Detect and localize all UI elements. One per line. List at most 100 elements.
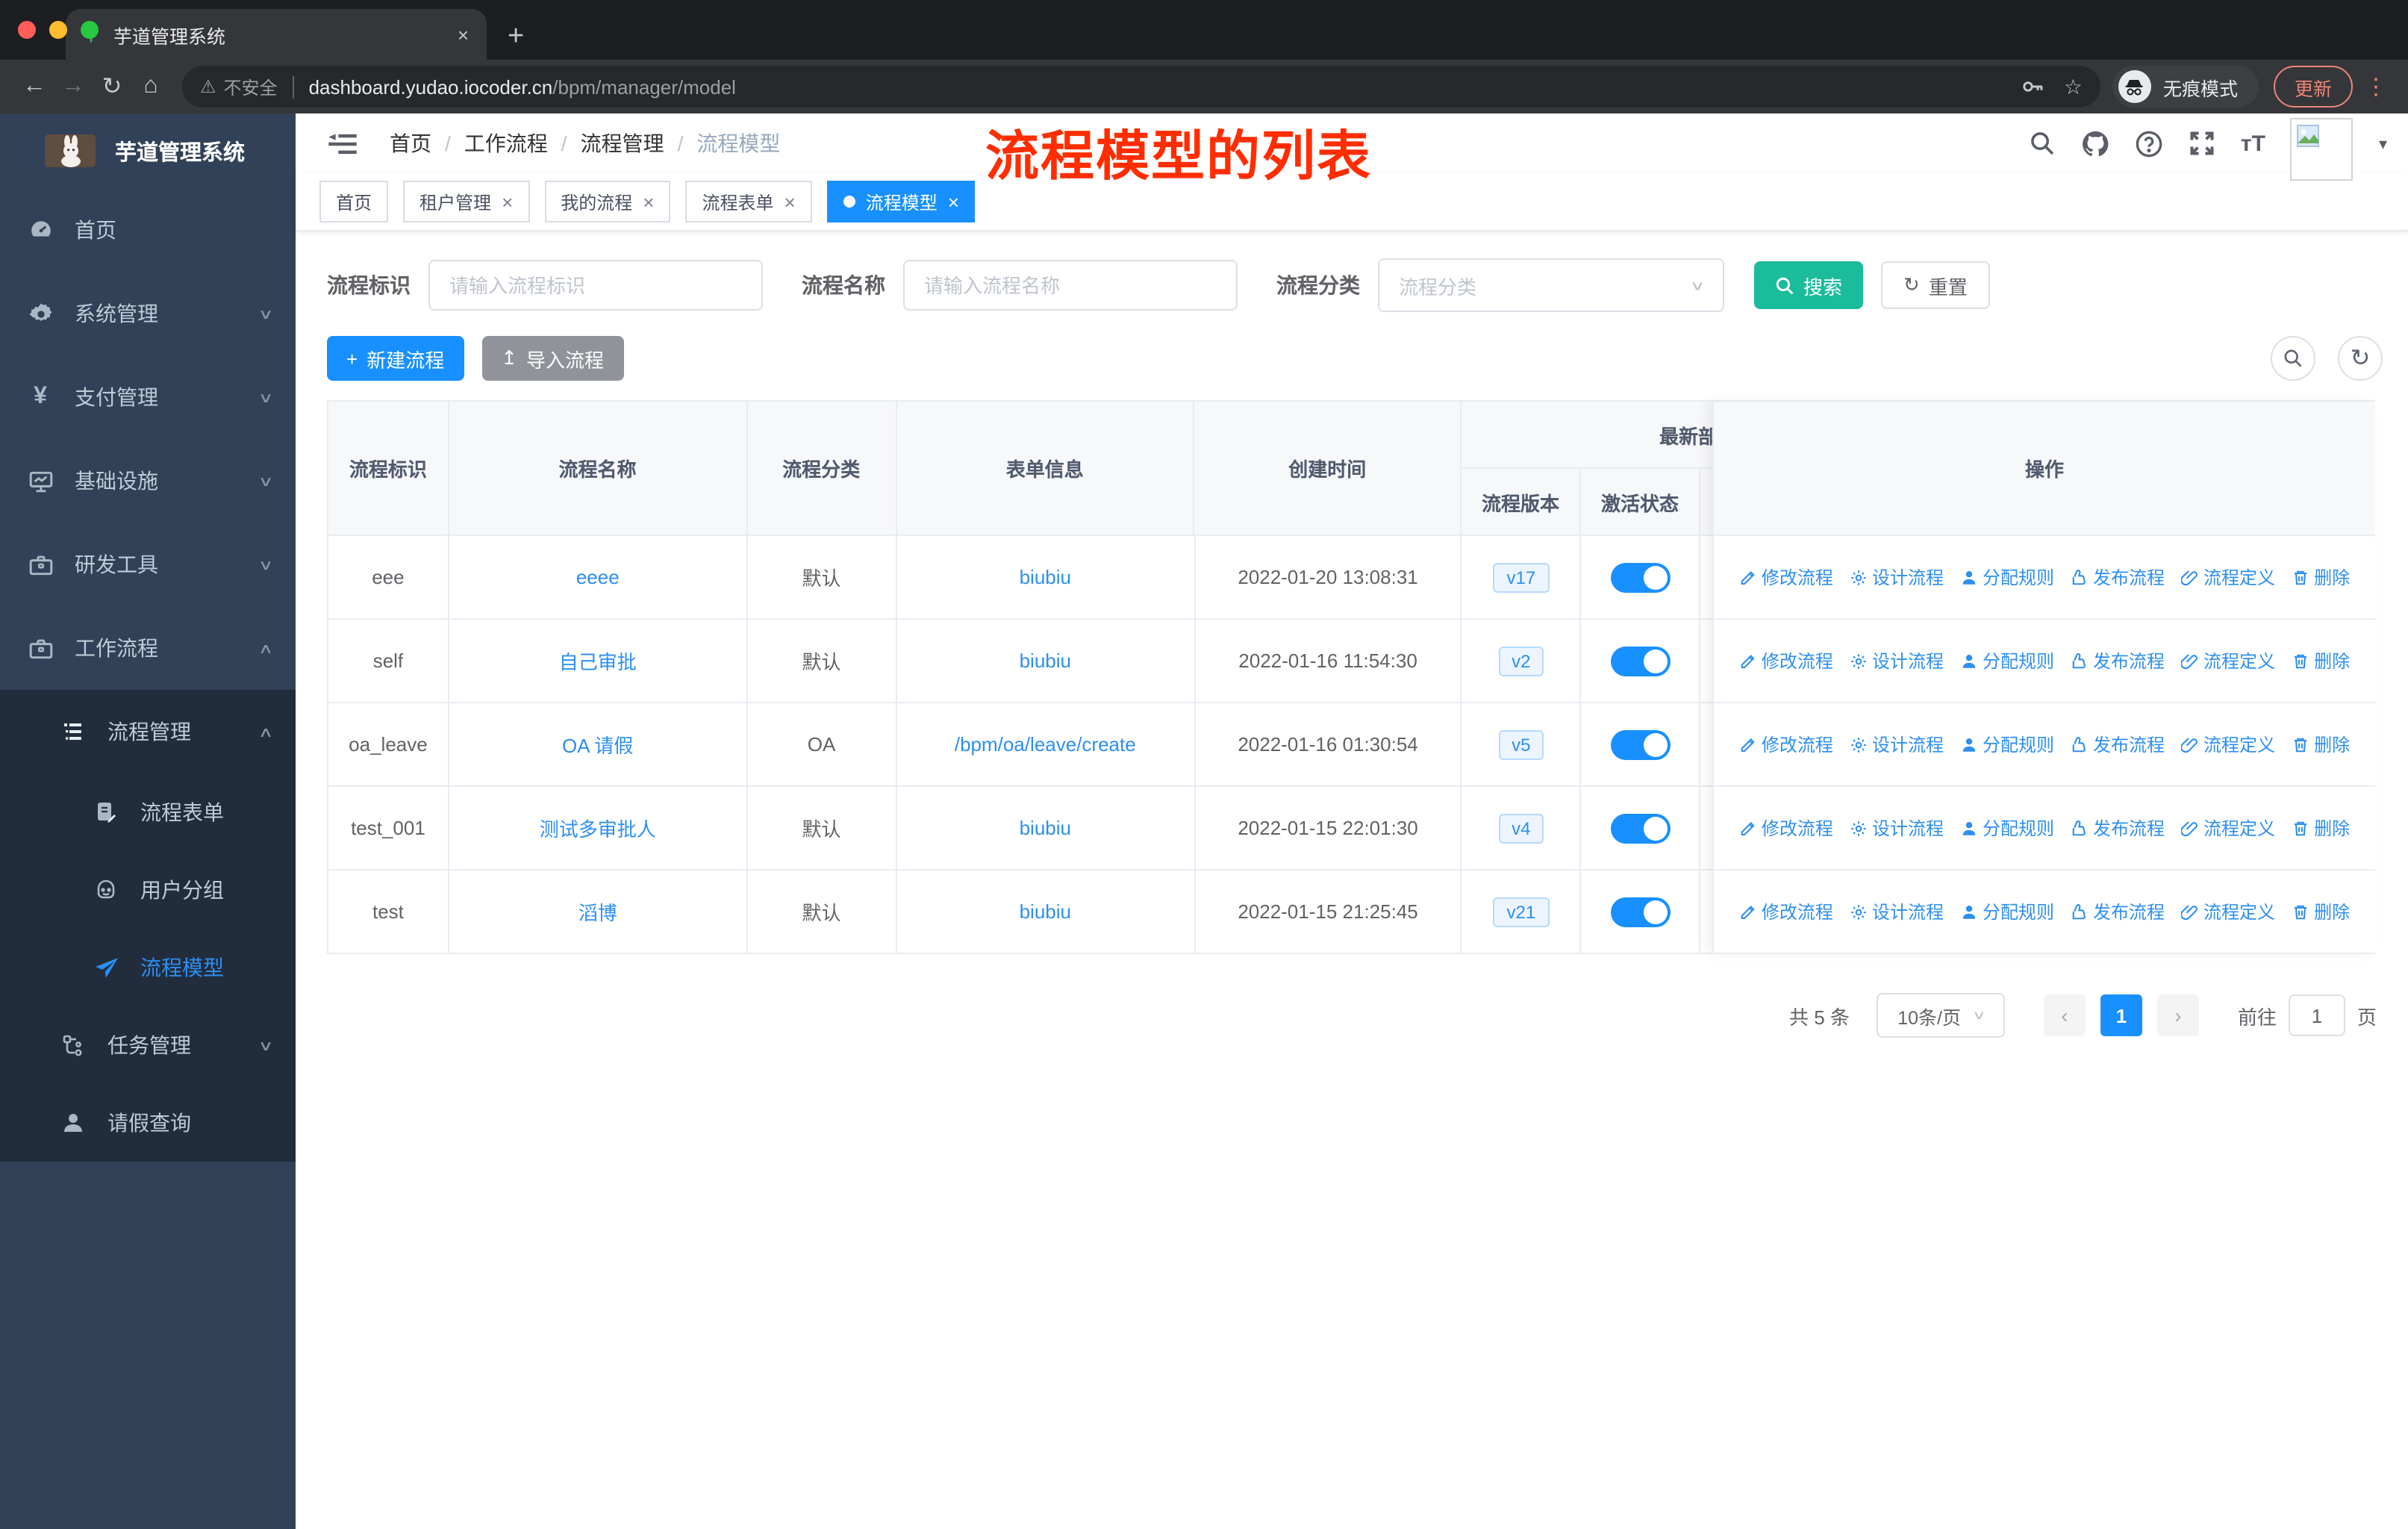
breadcrumb-workflow[interactable]: 工作流程 — [464, 128, 548, 158]
active-toggle[interactable] — [1610, 813, 1671, 843]
design-process-link[interactable]: 设计流程 — [1850, 899, 1944, 924]
version-badge[interactable]: v5 — [1498, 729, 1544, 759]
assign-rule-link[interactable]: 分配规则 — [1960, 899, 2054, 924]
design-process-link[interactable]: 设计流程 — [1850, 815, 1944, 841]
cell-name-link[interactable]: 测试多审批人 — [449, 787, 748, 871]
design-process-link[interactable]: 设计流程 — [1850, 648, 1944, 673]
cell-form-link[interactable]: /bpm/oa/leave/create — [896, 703, 1196, 787]
window-minimize-button[interactable] — [49, 21, 67, 39]
reload-icon[interactable]: ↻ — [93, 72, 131, 102]
security-warning[interactable]: ⚠ 不安全 — [200, 74, 278, 99]
active-toggle[interactable] — [1610, 897, 1671, 927]
help-question-icon[interactable] — [2135, 129, 2163, 158]
delete-link[interactable]: 删除 — [2292, 648, 2350, 673]
breadcrumb-home[interactable]: 首页 — [390, 128, 431, 158]
reset-button[interactable]: ↻ 重置 — [1881, 261, 1990, 309]
tag-tenant[interactable]: 租户管理 × — [403, 181, 530, 222]
process-definition-link[interactable]: 流程定义 — [2181, 564, 2275, 590]
edit-process-link[interactable]: 修改流程 — [1739, 648, 1833, 673]
process-definition-link[interactable]: 流程定义 — [2181, 815, 2275, 841]
deploy-process-link[interactable]: 发布流程 — [2071, 564, 2165, 590]
page-size-select[interactable]: 10条/页 ∨ — [1876, 993, 2005, 1038]
sidebar-item-user-group[interactable]: 用户分组 — [0, 851, 296, 929]
sidebar-item-devtools[interactable]: 研发工具 ∨ — [0, 523, 296, 606]
avatar-caret-down-icon[interactable]: ▾ — [2379, 134, 2387, 153]
sidebar-item-process-mgmt[interactable]: 流程管理 ∧ — [0, 690, 296, 773]
cell-name-link[interactable]: eeee — [449, 536, 748, 620]
goto-page-input[interactable] — [2288, 994, 2345, 1036]
process-definition-link[interactable]: 流程定义 — [2181, 732, 2275, 757]
sidebar-item-home[interactable]: 首页 — [0, 188, 296, 272]
process-name-input[interactable] — [903, 260, 1238, 311]
design-process-link[interactable]: 设计流程 — [1850, 732, 1944, 757]
import-process-button[interactable]: ↥ 导入流程 — [481, 336, 624, 381]
fullscreen-icon[interactable] — [2189, 130, 2215, 157]
cell-name-link[interactable]: 自己审批 — [449, 620, 748, 703]
deploy-process-link[interactable]: 发布流程 — [2071, 899, 2165, 924]
deploy-process-link[interactable]: 发布流程 — [2071, 815, 2165, 841]
sidebar-collapse-icon[interactable] — [328, 132, 357, 155]
avatar[interactable] — [2290, 118, 2354, 181]
back-icon[interactable]: ← — [15, 73, 54, 100]
version-badge[interactable]: v4 — [1498, 813, 1544, 843]
tag-process-model[interactable]: 流程模型 × — [826, 181, 976, 222]
github-icon[interactable] — [2081, 129, 2109, 158]
cell-name-link[interactable]: 滔博 — [449, 871, 748, 954]
new-tab-button[interactable]: + — [508, 22, 524, 51]
tab-close-icon[interactable]: × — [455, 23, 472, 46]
delete-link[interactable]: 删除 — [2292, 732, 2350, 757]
cell-name-link[interactable]: OA 请假 — [449, 703, 748, 787]
active-toggle[interactable] — [1610, 562, 1671, 592]
current-page-button[interactable]: 1 — [2100, 994, 2142, 1036]
sidebar-item-process-model[interactable]: 流程模型 — [0, 929, 296, 1006]
tag-home[interactable]: 首页 — [319, 181, 389, 222]
process-definition-link[interactable]: 流程定义 — [2181, 648, 2275, 673]
font-size-icon[interactable]: тT — [2241, 131, 2265, 156]
toggle-search-icon[interactable] — [2271, 336, 2315, 381]
next-page-button[interactable]: › — [2156, 994, 2199, 1036]
key-icon[interactable] — [2022, 75, 2046, 99]
search-icon[interactable] — [2029, 130, 2056, 157]
sidebar-logo-row[interactable]: 芋道管理系统 — [0, 113, 296, 188]
browser-tab[interactable]: 芋道管理系统 × — [66, 9, 487, 60]
tag-close-icon[interactable]: × — [948, 192, 959, 211]
bookmark-star-icon[interactable]: ☆ — [2064, 74, 2083, 99]
sidebar-item-leave-query[interactable]: 请假查询 — [0, 1084, 296, 1162]
browser-menu-icon[interactable]: ⋮ — [2365, 73, 2387, 100]
cell-form-link[interactable]: biubiu — [896, 787, 1196, 871]
edit-process-link[interactable]: 修改流程 — [1739, 732, 1833, 757]
cell-form-link[interactable]: biubiu — [896, 620, 1196, 703]
assign-rule-link[interactable]: 分配规则 — [1960, 648, 2054, 673]
cell-form-link[interactable]: biubiu — [896, 536, 1196, 620]
sidebar-item-process-form[interactable]: 流程表单 — [0, 773, 296, 851]
window-close-button[interactable] — [18, 21, 36, 39]
tag-close-icon[interactable]: × — [785, 192, 796, 211]
process-definition-link[interactable]: 流程定义 — [2181, 899, 2275, 924]
assign-rule-link[interactable]: 分配规则 — [1960, 564, 2054, 590]
prev-page-button[interactable]: ‹ — [2043, 994, 2086, 1036]
category-select[interactable]: 流程分类 ∨ — [1378, 258, 1724, 312]
active-toggle[interactable] — [1610, 646, 1671, 676]
address-bar[interactable]: ⚠ 不安全 dashboard.yudao.iocoder.cn /bpm/ma… — [182, 66, 2100, 108]
tag-close-icon[interactable]: × — [502, 192, 513, 211]
version-badge[interactable]: v21 — [1493, 897, 1550, 927]
delete-link[interactable]: 删除 — [2292, 815, 2350, 841]
deploy-process-link[interactable]: 发布流程 — [2071, 648, 2165, 673]
assign-rule-link[interactable]: 分配规则 — [1960, 815, 2054, 841]
sidebar-item-workflow[interactable]: 工作流程 ∧ — [0, 606, 296, 690]
cell-form-link[interactable]: biubiu — [896, 871, 1196, 954]
tag-process-form[interactable]: 流程表单 × — [685, 181, 812, 222]
design-process-link[interactable]: 设计流程 — [1850, 564, 1944, 590]
version-badge[interactable]: v2 — [1498, 646, 1544, 676]
home-icon[interactable]: ⌂ — [131, 73, 170, 100]
edit-process-link[interactable]: 修改流程 — [1739, 564, 1833, 590]
edit-process-link[interactable]: 修改流程 — [1739, 815, 1833, 841]
version-badge[interactable]: v17 — [1493, 562, 1550, 592]
create-process-button[interactable]: + 新建流程 — [327, 336, 464, 381]
refresh-table-icon[interactable]: ↻ — [2338, 336, 2383, 381]
process-key-input[interactable] — [428, 260, 763, 311]
delete-link[interactable]: 删除 — [2292, 899, 2350, 924]
forward-icon[interactable]: → — [54, 73, 93, 100]
sidebar-item-infra[interactable]: 基础设施 ∨ — [0, 439, 296, 523]
sidebar-item-system[interactable]: 系统管理 ∨ — [0, 272, 296, 355]
